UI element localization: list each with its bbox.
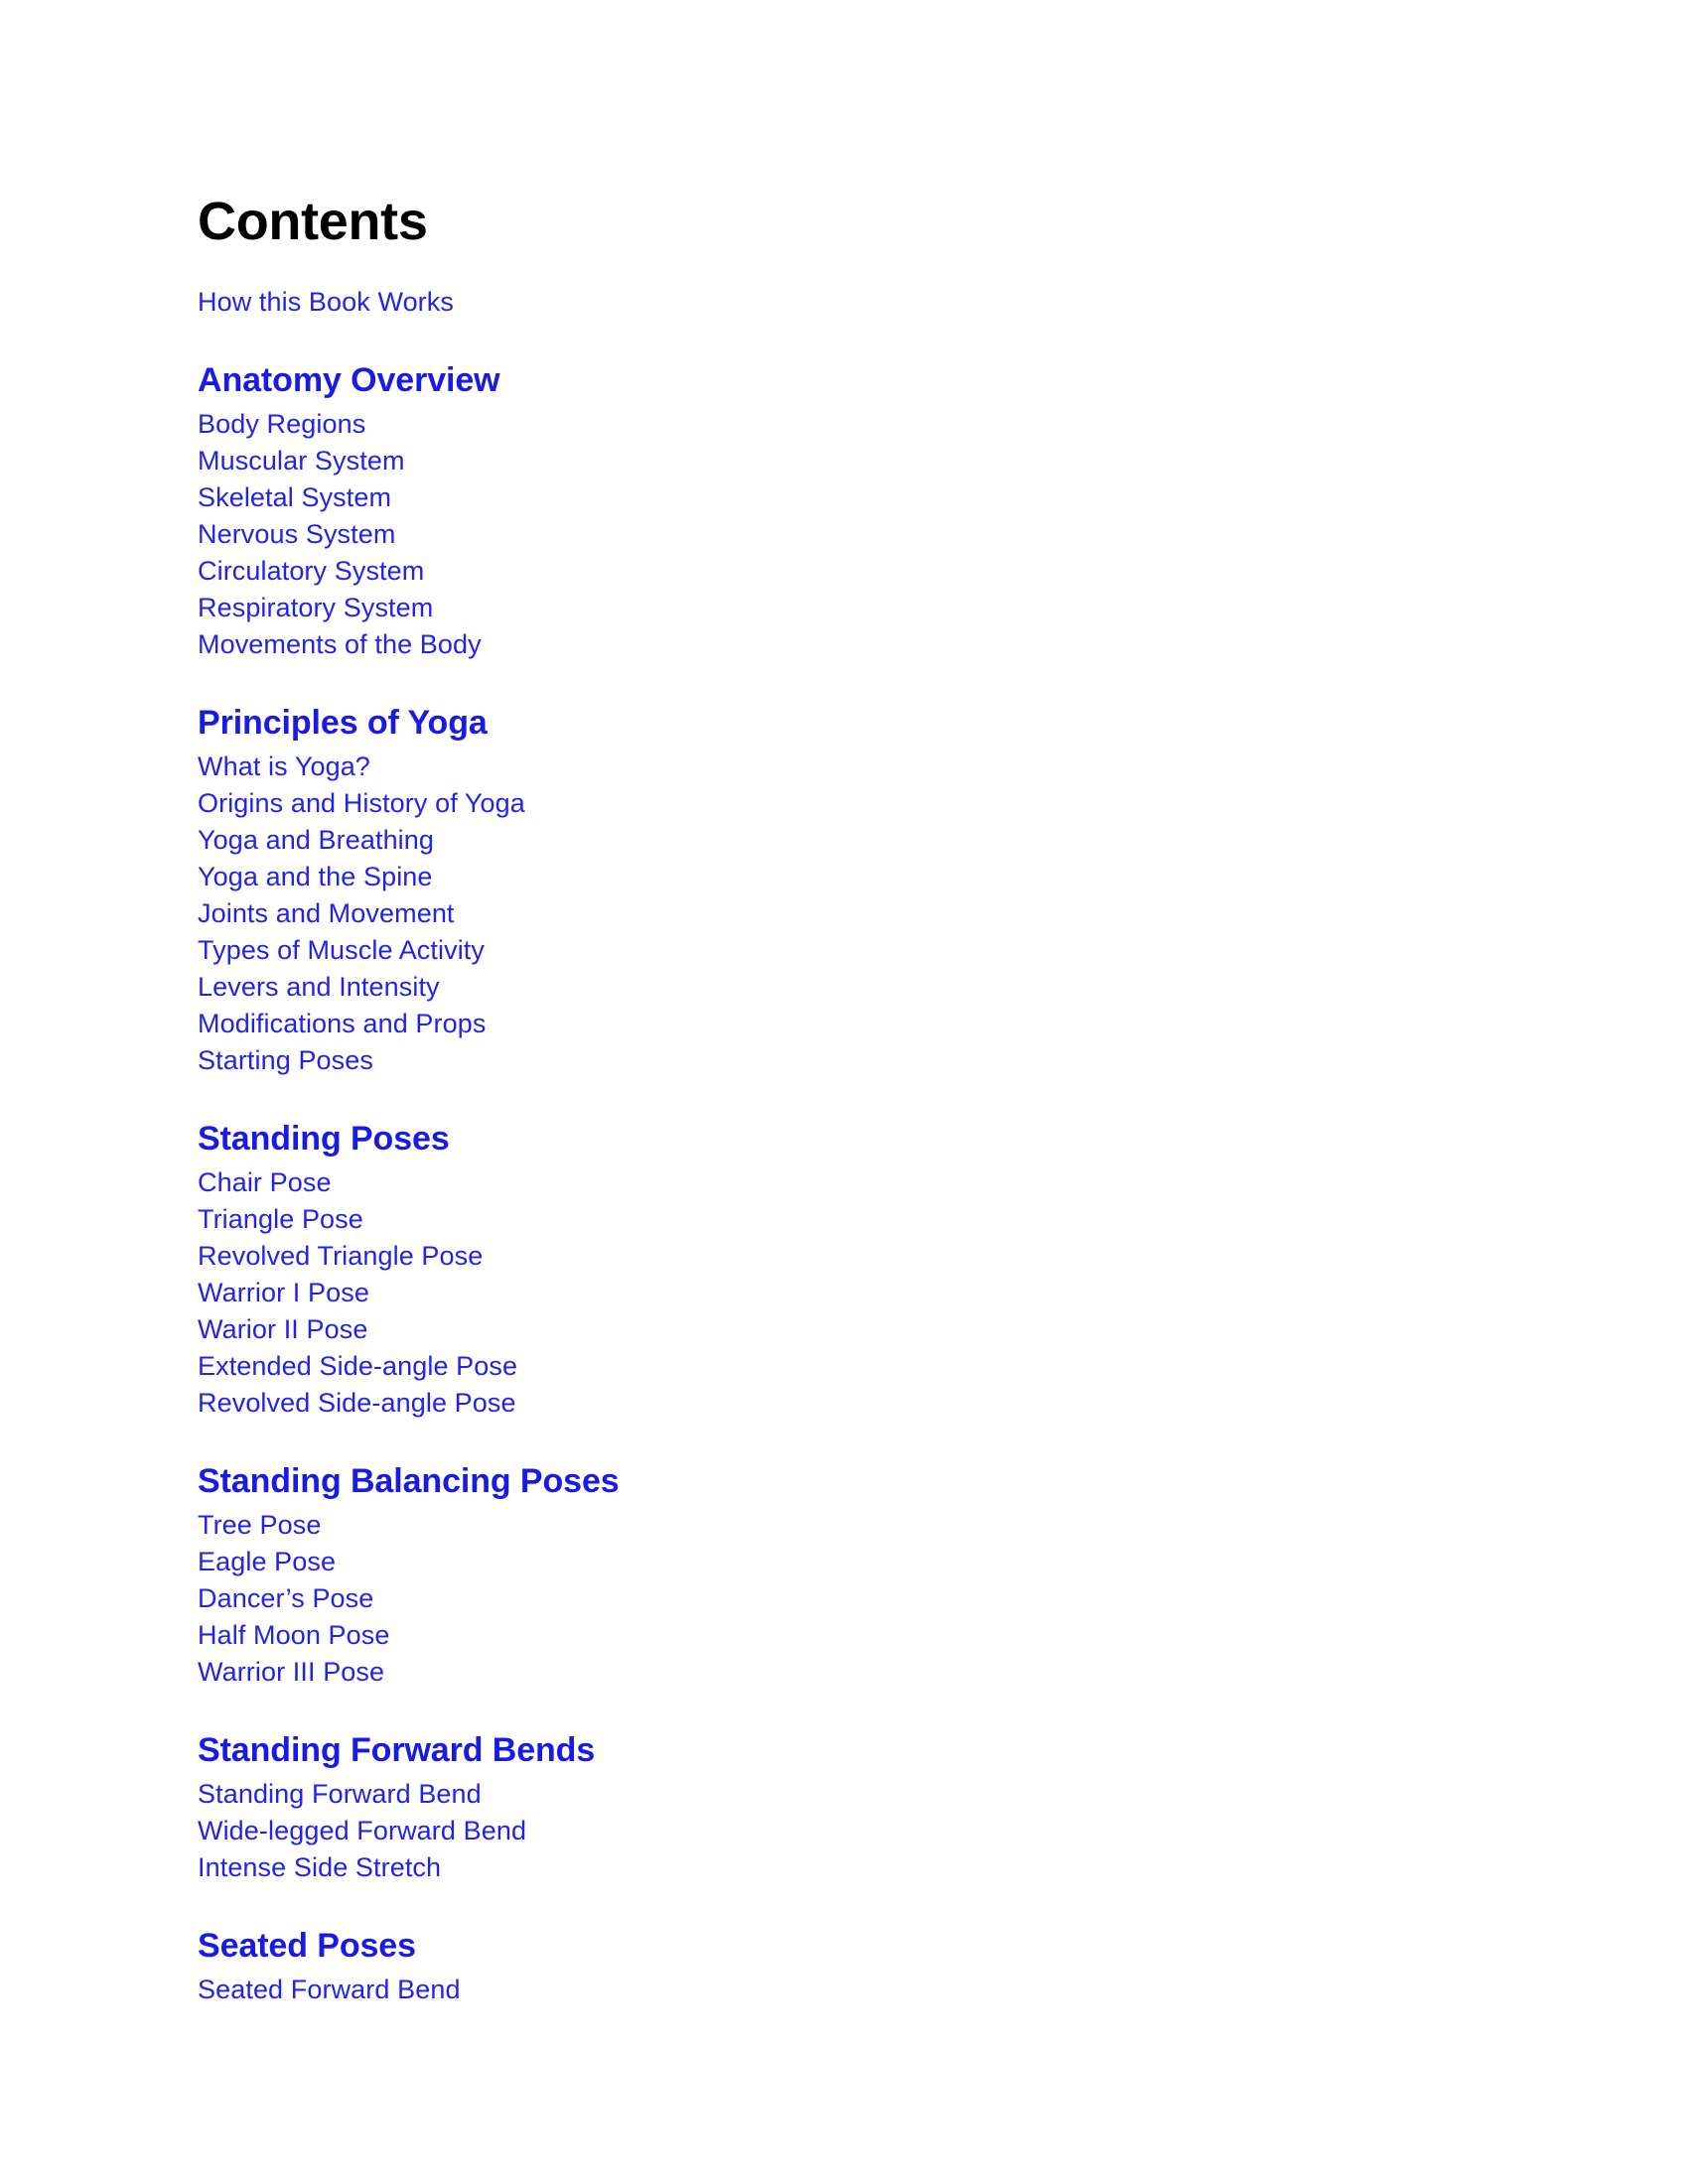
toc-section-standing-forward-bends: Standing Forward Bends Standing Forward … — [198, 1732, 1389, 1886]
table-of-contents: Contents How this Book Works Anatomy Ove… — [198, 195, 1389, 2008]
toc-section-anatomy-overview: Anatomy Overview Body Regions Muscular S… — [198, 362, 1389, 663]
toc-entry[interactable]: Muscular System — [198, 443, 1389, 479]
toc-section-heading[interactable]: Seated Poses — [198, 1928, 1389, 1965]
toc-entry[interactable]: Modifications and Props — [198, 1006, 1389, 1042]
toc-section-standing-balancing-poses: Standing Balancing Poses Tree Pose Eagle… — [198, 1463, 1389, 1691]
toc-entry[interactable]: Warrior III Pose — [198, 1654, 1389, 1691]
toc-section-heading[interactable]: Standing Forward Bends — [198, 1732, 1389, 1769]
toc-entry[interactable]: Levers and Intensity — [198, 969, 1389, 1006]
toc-entry[interactable]: Yoga and Breathing — [198, 822, 1389, 859]
toc-entry[interactable]: What is Yoga? — [198, 749, 1389, 785]
toc-entry[interactable]: Standing Forward Bend — [198, 1776, 1389, 1813]
toc-entry[interactable]: Respiratory System — [198, 590, 1389, 626]
toc-entry[interactable]: Half Moon Pose — [198, 1617, 1389, 1654]
toc-entry[interactable]: Types of Muscle Activity — [198, 932, 1389, 969]
toc-entry[interactable]: Skeletal System — [198, 479, 1389, 516]
toc-section-heading[interactable]: Anatomy Overview — [198, 362, 1389, 399]
toc-entry[interactable]: Body Regions — [198, 406, 1389, 443]
toc-entry[interactable]: Eagle Pose — [198, 1544, 1389, 1580]
toc-entry[interactable]: Joints and Movement — [198, 895, 1389, 932]
toc-entry[interactable]: Movements of the Body — [198, 626, 1389, 663]
toc-entry[interactable]: Extended Side-angle Pose — [198, 1348, 1389, 1385]
toc-entry[interactable]: Nervous System — [198, 516, 1389, 553]
toc-section-principles-of-yoga: Principles of Yoga What is Yoga? Origins… — [198, 705, 1389, 1079]
toc-entry[interactable]: Tree Pose — [198, 1507, 1389, 1544]
page-title: Contents — [198, 192, 428, 251]
toc-entry[interactable]: Revolved Triangle Pose — [198, 1238, 1389, 1275]
toc-section-standing-poses: Standing Poses Chair Pose Triangle Pose … — [198, 1121, 1389, 1422]
toc-entry[interactable]: Circulatory System — [198, 553, 1389, 590]
toc-entry[interactable]: Warrior I Pose — [198, 1275, 1389, 1311]
toc-section-list: Seated Forward Bend — [198, 1972, 1389, 2008]
toc-entry[interactable]: Warior II Pose — [198, 1311, 1389, 1348]
toc-entry[interactable]: Intense Side Stretch — [198, 1849, 1389, 1886]
toc-entry[interactable]: Starting Poses — [198, 1042, 1389, 1079]
toc-section-heading[interactable]: Standing Poses — [198, 1121, 1389, 1158]
toc-section-list: Chair Pose Triangle Pose Revolved Triang… — [198, 1164, 1389, 1422]
toc-section-heading[interactable]: Principles of Yoga — [198, 705, 1389, 742]
toc-entry[interactable]: Yoga and the Spine — [198, 859, 1389, 895]
toc-section-list: What is Yoga? Origins and History of Yog… — [198, 749, 1389, 1079]
toc-entry[interactable]: Seated Forward Bend — [198, 1972, 1389, 2008]
toc-entry[interactable]: Origins and History of Yoga — [198, 785, 1389, 822]
toc-entry[interactable]: Triangle Pose — [198, 1201, 1389, 1238]
toc-entry[interactable]: Chair Pose — [198, 1164, 1389, 1201]
toc-section-list: Tree Pose Eagle Pose Dancer’s Pose Half … — [198, 1507, 1389, 1691]
document-page: Contents How this Book Works Anatomy Ove… — [0, 0, 1688, 2184]
toc-entry[interactable]: Dancer’s Pose — [198, 1580, 1389, 1617]
toc-section-list: Body Regions Muscular System Skeletal Sy… — [198, 406, 1389, 663]
toc-section-list: Standing Forward Bend Wide-legged Forwar… — [198, 1776, 1389, 1886]
toc-entry-how-this-book-works[interactable]: How this Book Works — [198, 284, 1389, 321]
toc-entry[interactable]: Wide-legged Forward Bend — [198, 1813, 1389, 1849]
toc-section-seated-poses: Seated Poses Seated Forward Bend — [198, 1928, 1389, 2008]
toc-section-heading[interactable]: Standing Balancing Poses — [198, 1463, 1389, 1500]
toc-entry[interactable]: Revolved Side-angle Pose — [198, 1385, 1389, 1422]
